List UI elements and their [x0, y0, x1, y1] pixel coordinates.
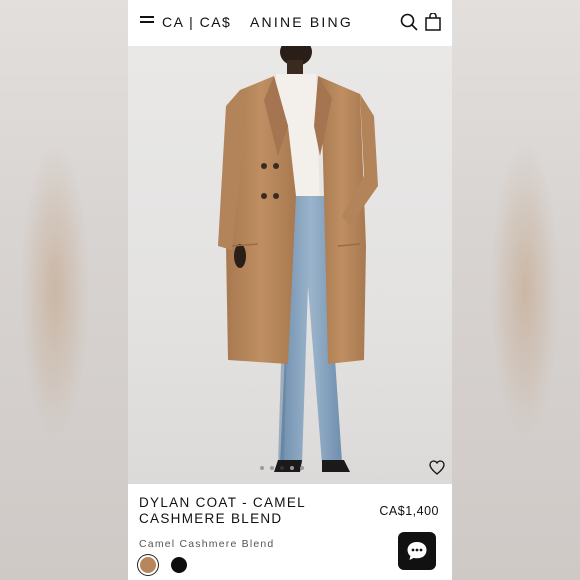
carousel-dot[interactable]: [260, 466, 264, 470]
color-swatch-camel[interactable]: [140, 557, 156, 573]
search-icon[interactable]: [400, 13, 418, 31]
product-price: CA$1,400: [379, 504, 439, 518]
shopping-bag-icon[interactable]: [425, 13, 441, 31]
color-swatch-black[interactable]: [171, 557, 187, 573]
carousel-pagination: [260, 466, 304, 470]
chat-icon: [407, 542, 427, 560]
brand-logo[interactable]: ANINE BING: [250, 14, 353, 30]
product-image-carousel[interactable]: [128, 46, 452, 484]
selected-color-name: Camel Cashmere Blend: [139, 538, 275, 550]
chat-button[interactable]: [398, 532, 436, 570]
mobile-screen: CA | CA$ ANINE BING DYLAN COAT - CAMEL C…: [128, 0, 452, 580]
carousel-dot-active[interactable]: [280, 466, 284, 470]
menu-icon[interactable]: [140, 16, 154, 27]
product-info: DYLAN COAT - CAMEL CASHMERE BLEND CA$1,4…: [128, 484, 452, 580]
background-blur-right: [452, 0, 580, 580]
heart-icon[interactable]: [429, 460, 445, 475]
product-title: DYLAN COAT - CAMEL CASHMERE BLEND: [139, 495, 306, 526]
product-image: [218, 46, 378, 472]
carousel-dot[interactable]: [290, 466, 294, 470]
locale-currency-selector[interactable]: CA | CA$: [162, 14, 231, 30]
background-blur-left: [0, 0, 128, 580]
carousel-dot[interactable]: [300, 466, 304, 470]
site-header: CA | CA$ ANINE BING: [128, 0, 452, 46]
carousel-dot[interactable]: [270, 466, 274, 470]
